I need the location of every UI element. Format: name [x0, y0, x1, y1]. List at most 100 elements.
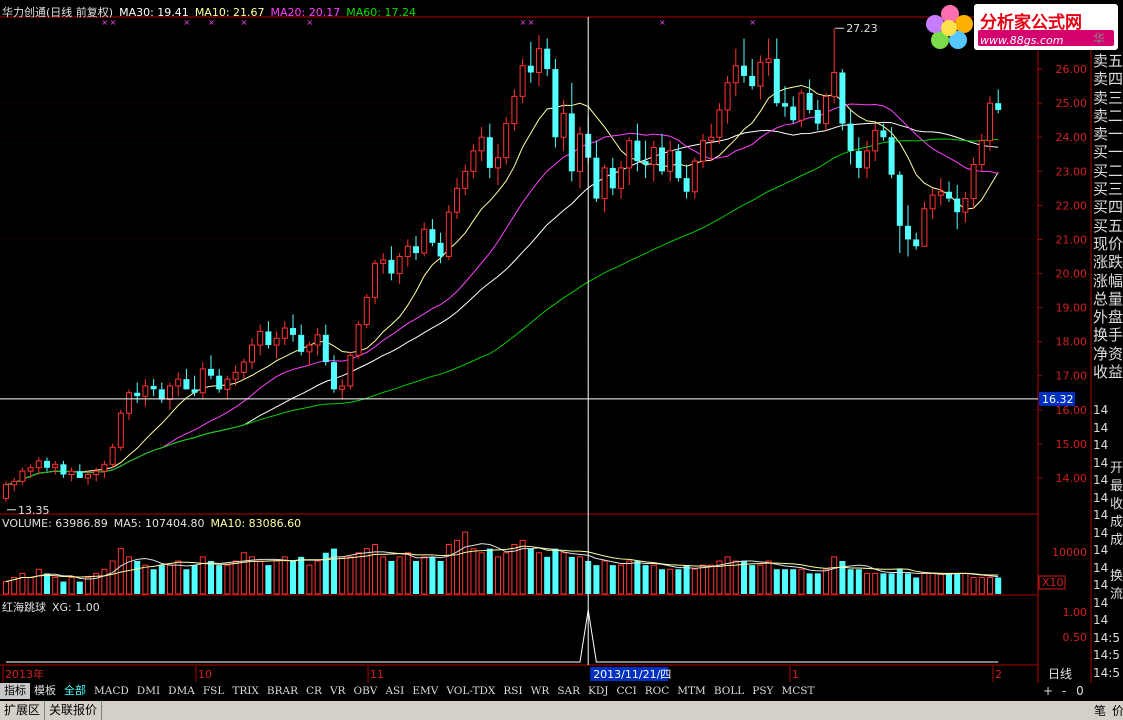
volume-bar-down [331, 548, 337, 594]
volume-bar-up [454, 539, 460, 595]
volume-bar-up [109, 560, 116, 595]
indicator-tab[interactable]: ROC [641, 683, 674, 699]
high-price-label: 27.23 [846, 22, 878, 35]
candle-body-up [101, 463, 108, 472]
quote-label-sell2: 卖二 [1093, 106, 1123, 125]
date-axis: 2013年 10 11 1 2 [2, 666, 1002, 682]
tick-tab[interactable]: 笔 [1094, 702, 1106, 719]
indicator-tab[interactable]: VR [326, 683, 350, 699]
candle-body-up [396, 255, 403, 275]
indicator-line [6, 609, 999, 663]
volume-bar-down [659, 569, 665, 594]
candle-body-up [445, 211, 452, 257]
tick-time: 14 [1093, 595, 1109, 610]
volume-bar-down [298, 556, 305, 594]
indicator-tab[interactable]: WR [527, 683, 554, 699]
zoom-in-button[interactable]: + [1040, 684, 1056, 698]
volume-bar-down [773, 569, 780, 594]
candle-body-up [470, 150, 477, 172]
indicator-axis-label: 0.50 [1063, 631, 1088, 644]
candle-body-up [257, 330, 264, 346]
candle-body-up [618, 167, 624, 189]
indicator-tab[interactable]: BRAR [263, 683, 302, 699]
indicator-tab[interactable]: SAR [553, 683, 584, 699]
candle-body-up [872, 129, 879, 152]
indicator-tab[interactable]: MCST [777, 683, 818, 699]
volume-bar-up [478, 552, 485, 595]
candle-body-down [429, 229, 436, 243]
volume-bar-up [978, 577, 985, 595]
indicator-tab[interactable]: 模板 [30, 683, 60, 699]
indicator-tab[interactable]: CCI [613, 683, 641, 699]
candle-body-down [675, 150, 682, 179]
volume-bar-up [724, 556, 731, 595]
flower-icon [926, 5, 973, 49]
price-tick-label: 17.00 [1056, 370, 1088, 383]
volume-bar-up [765, 560, 772, 595]
candle-body-up [864, 150, 870, 169]
volume-bar-down [954, 573, 961, 594]
volume-bar-up [601, 560, 608, 595]
candle-body-up [716, 109, 723, 138]
volume-bar-down [76, 581, 83, 594]
volume-panel-header: VOLUME: 63986.89 MA5: 107404.80 MA10: 8308… [2, 517, 307, 530]
indicator-tab[interactable]: PSY [748, 683, 777, 699]
candle-body-up [273, 337, 280, 346]
related-quote-button[interactable]: 关联报价 [45, 701, 103, 720]
indicator-tab[interactable]: DMI [133, 683, 164, 699]
volume-bar-up [503, 552, 510, 595]
candle-body-down [552, 69, 559, 138]
candle-body-up [126, 392, 132, 414]
indicator-tab[interactable]: MACD [90, 683, 133, 699]
side-label-float: 流 [1110, 587, 1123, 602]
ma60-line [5, 138, 999, 486]
tick-time: 14 [1093, 420, 1109, 435]
indicator-tab[interactable]: ASI [381, 683, 408, 699]
indicator-axis-label: 1.00 [1063, 606, 1088, 619]
volume-bar-up [281, 556, 288, 595]
tick-time: 14 [1093, 438, 1109, 452]
volume-bar-up [249, 556, 255, 595]
quote-label-earnings: 收益 [1093, 363, 1123, 382]
ma20-line [5, 103, 999, 486]
indicator-tab[interactable]: 指标 [0, 683, 30, 699]
kline-chart-window[interactable]: 26.00 25.00 24.00 23.00 22.00 21.00 20.00 19.00… [0, 0, 1123, 720]
indicator-tab[interactable]: CR [302, 683, 326, 699]
candle-body-up [536, 48, 542, 74]
indicator-tab[interactable]: BOLL [710, 683, 748, 699]
quote-label-turnover: 换手 [1093, 326, 1123, 345]
volume-bar-up [921, 572, 928, 595]
volume-bar-up [511, 544, 518, 595]
indicator-tab[interactable]: TRIX [228, 683, 263, 699]
extension-area-button[interactable]: 扩展区 [0, 701, 46, 720]
volume-bar-up [962, 572, 969, 595]
tick-time: 14 [1093, 403, 1109, 417]
volume-unit-label: X10 [1042, 576, 1064, 589]
candle-body-up [765, 58, 772, 63]
volume-bar-up [667, 568, 674, 595]
zoom-out-button[interactable]: - [1056, 684, 1072, 698]
indicator-tab[interactable]: VOL-TDX [442, 683, 499, 699]
volume-bars [3, 531, 1002, 595]
candle-body-down [609, 167, 616, 189]
candle-body-down [191, 389, 198, 393]
volume-bar-up [257, 560, 264, 595]
chart-canvas[interactable]: 26.0025.0024.0023.0022.0021.0020.0019.00… [0, 0, 1123, 720]
volume-bar-down [429, 556, 436, 594]
indicator-tab[interactable]: 全部 [60, 683, 90, 699]
indicator-tab[interactable]: MTM [673, 683, 710, 699]
indicator-tab[interactable]: FSL [199, 683, 228, 699]
price-tab[interactable]: 价 [1112, 702, 1123, 719]
volume-bar-up [691, 568, 698, 595]
period-label: 日线 [1048, 667, 1072, 681]
indicator-tab[interactable]: DMA [164, 683, 199, 699]
candle-body-down [814, 109, 821, 124]
indicator-tab[interactable]: EMV [408, 683, 442, 699]
indicator-tab[interactable]: OBV [349, 683, 381, 699]
logo-title: 分析家公式网 [980, 13, 1082, 33]
zoom-reset-button[interactable]: 0 [1072, 684, 1088, 698]
indicator-tab[interactable]: KDJ [584, 683, 612, 699]
candle-body-up [823, 95, 829, 125]
volume-ma5-label: MA5: 107404.80 [113, 517, 205, 530]
indicator-tab[interactable]: RSI [499, 683, 526, 699]
